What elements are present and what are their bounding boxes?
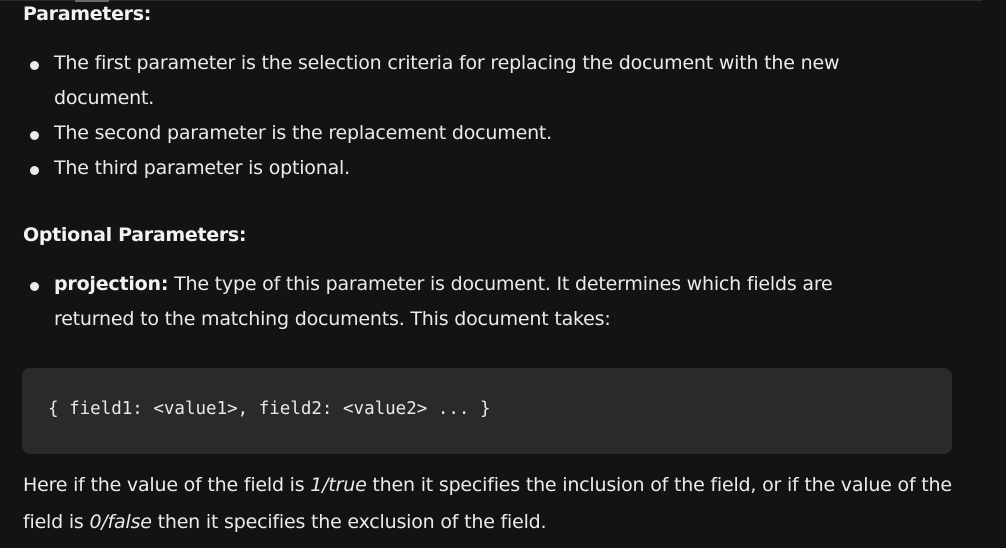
- list-item-text: The first parameter is the selection cri…: [54, 52, 840, 109]
- list-item: The third parameter is optional.: [0, 151, 904, 186]
- optional-parameters-heading: Optional Parameters:: [23, 224, 247, 246]
- list-item: The first parameter is the selection cri…: [0, 46, 904, 116]
- bullet-icon: [30, 282, 39, 291]
- bullet-icon: [30, 61, 39, 70]
- explanation-text: then it specifies the exclusion of the f…: [151, 511, 547, 533]
- top-divider-accent: [75, 0, 109, 2]
- explanation-paragraph: Here if the value of the field is 1/true…: [23, 467, 963, 541]
- top-divider: [0, 0, 982, 1]
- list-item-text: The third parameter is optional.: [54, 157, 350, 179]
- code-block: { field1: <value1>, field2: <value2> ...…: [22, 368, 952, 454]
- list-item-text: The second parameter is the replacement …: [54, 122, 552, 144]
- list-item: projection: The type of this parameter i…: [0, 267, 904, 337]
- parameters-heading: Parameters:: [23, 3, 152, 25]
- parameter-description: The type of this parameter is document. …: [54, 273, 833, 330]
- optional-parameters-list: projection: The type of this parameter i…: [0, 267, 904, 337]
- parameter-term: projection:: [54, 273, 169, 295]
- false-value: 0/false: [89, 511, 152, 533]
- bullet-icon: [30, 166, 39, 175]
- explanation-text: Here if the value of the field is: [23, 474, 311, 496]
- parameters-list: The first parameter is the selection cri…: [0, 46, 904, 186]
- bullet-icon: [30, 131, 39, 140]
- list-item: The second parameter is the replacement …: [0, 116, 904, 151]
- code-line: { field1: <value1>, field2: <value2> ...…: [48, 399, 491, 419]
- true-value: 1/true: [310, 474, 367, 496]
